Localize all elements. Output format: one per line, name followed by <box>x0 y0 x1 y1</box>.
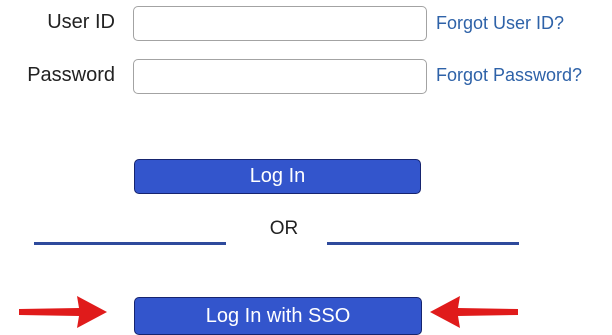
forgot-password-link[interactable]: Forgot Password? <box>436 65 582 86</box>
user-id-input[interactable] <box>133 6 427 41</box>
arrow-left-icon <box>430 296 518 328</box>
forgot-user-id-link[interactable]: Forgot User ID? <box>436 13 564 34</box>
user-id-label: User ID <box>47 11 115 33</box>
divider-right <box>327 242 519 245</box>
divider-left <box>34 242 226 245</box>
sso-login-button[interactable]: Log In with SSO <box>134 297 422 335</box>
password-input[interactable] <box>133 59 427 94</box>
or-separator: OR <box>269 218 299 239</box>
arrow-right-icon <box>19 296 107 328</box>
login-button[interactable]: Log In <box>134 159 421 194</box>
password-label: Password <box>27 64 115 86</box>
